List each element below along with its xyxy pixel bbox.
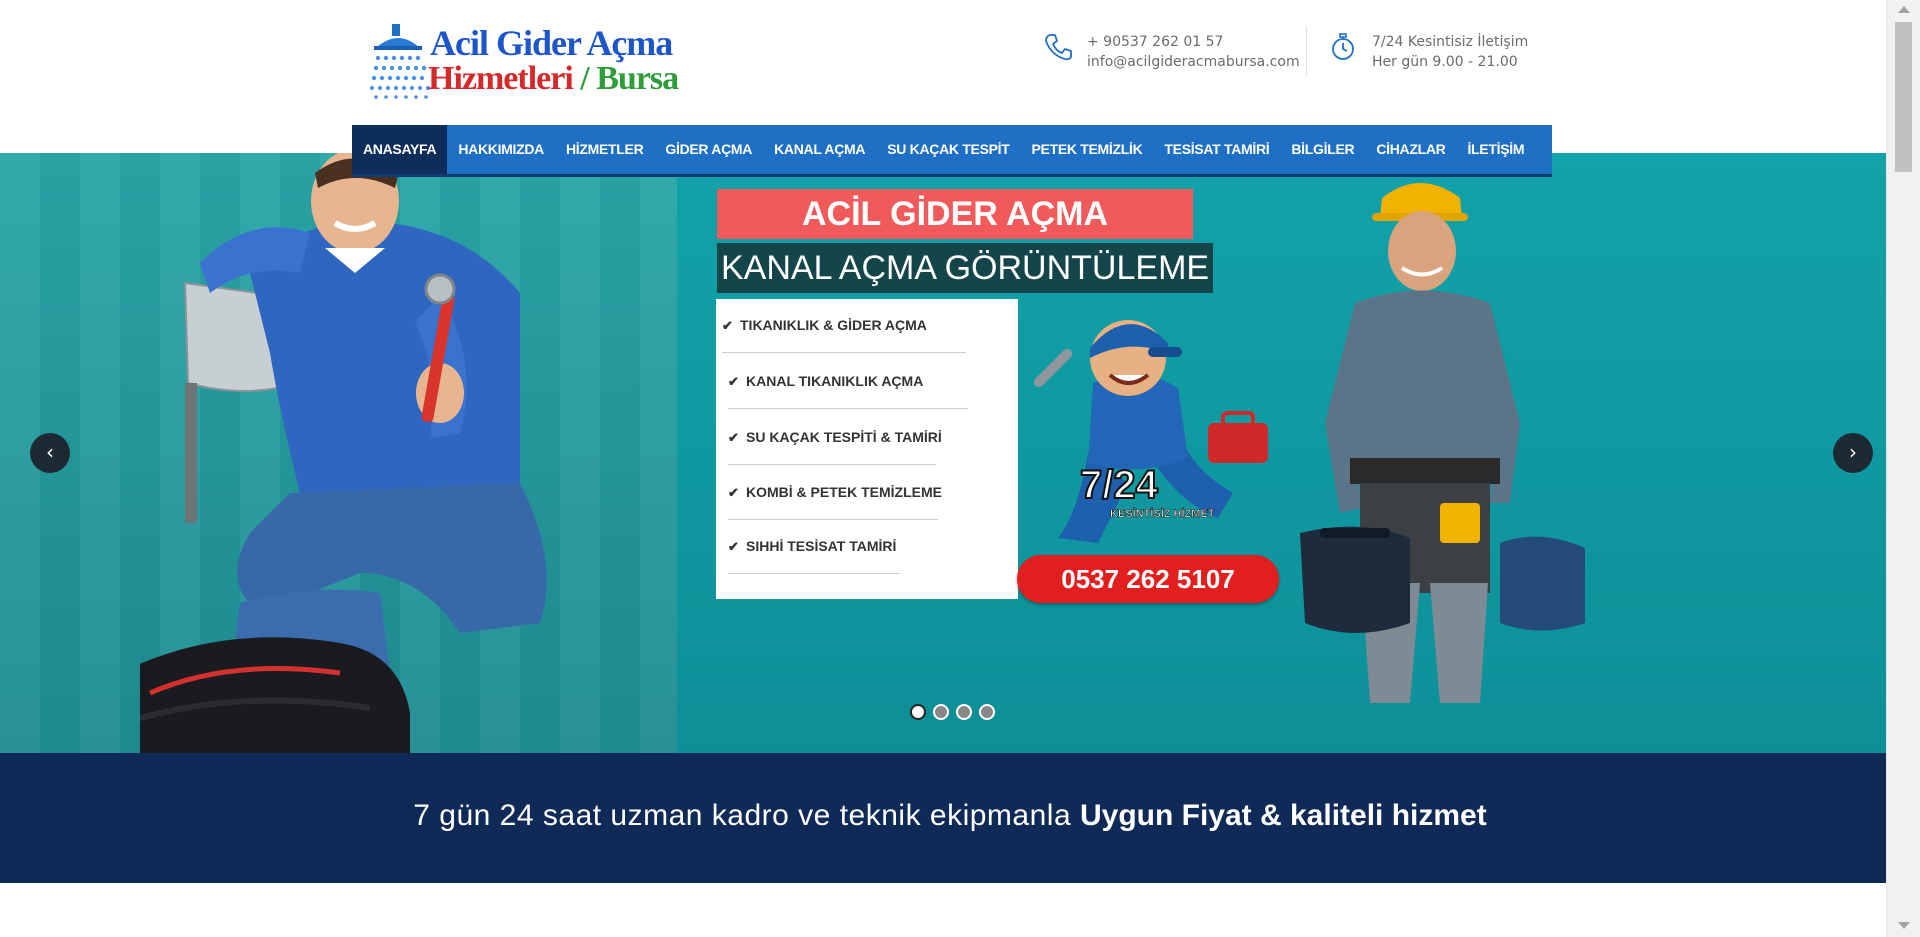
shower-icon bbox=[370, 24, 430, 99]
contact-hours-block: 7/24 Kesintisiz İletişim Her gün 9.00 - … bbox=[1328, 24, 1568, 84]
slider-pagination bbox=[910, 704, 995, 720]
nav-item-gider-acma[interactable]: GİDER AÇMA bbox=[654, 125, 763, 174]
contact-hours-text: Her gün 9.00 - 21.00 bbox=[1372, 54, 1518, 70]
slider-dot[interactable] bbox=[910, 704, 926, 720]
services-list: ✔ TIKANIKLIK & GİDER AÇMA ✔ KANAL TIKANIKL… bbox=[716, 299, 1018, 599]
contact-hours-title: 7/24 Kesintisiz İletişim bbox=[1372, 34, 1529, 50]
tagline-bold: Uygun Fiyat & kaliteli hizmet bbox=[1079, 799, 1487, 832]
nav-item-cihazlar[interactable]: CİHAZLAR bbox=[1365, 125, 1456, 174]
nav-item-petek-temizlik[interactable]: PETEK TEMİZLİK bbox=[1021, 125, 1154, 174]
chevron-right-icon: › bbox=[1849, 440, 1857, 464]
stopwatch-icon bbox=[1332, 33, 1354, 60]
slider-dot[interactable] bbox=[956, 704, 972, 720]
tagline-text: 7 gün 24 saat uzman kadro ve teknik ekip… bbox=[0, 799, 1886, 833]
nav-item-bilgiler[interactable]: BİLGİLER bbox=[1280, 125, 1365, 174]
tagline-banner: 7 gün 24 saat uzman kadro ve teknik ekip… bbox=[0, 753, 1886, 883]
contact-email[interactable]: info@acilgideracmabursa.com bbox=[1087, 52, 1300, 72]
page-scrollbar[interactable] bbox=[1886, 0, 1920, 937]
slider-next-button[interactable]: › bbox=[1833, 433, 1873, 473]
logo-subtitle-city: / Bursa bbox=[580, 60, 679, 97]
service-item: ✔ TIKANIKLIK & GİDER AÇMA bbox=[722, 317, 966, 353]
service-item: ✔ KANAL TIKANIKLIK AÇMA bbox=[728, 373, 968, 409]
contact-phone-block: + 90537 262 01 57 info@acilgideracmaburs… bbox=[1043, 24, 1303, 84]
logo-subtitle-main: Hizmetleri bbox=[428, 60, 574, 97]
nav-item-iletisim[interactable]: İLETİŞİM bbox=[1456, 125, 1535, 174]
slider-dot[interactable] bbox=[979, 704, 995, 720]
main-nav: ANASAYFA HAKKIMIZDA HİZMETLER GİDER AÇMA… bbox=[352, 125, 1552, 177]
nav-item-anasayfa[interactable]: ANASAYFA bbox=[352, 125, 448, 174]
page: Acil Gider Açma Hizmetleri / Bursa + 905… bbox=[0, 0, 1886, 937]
service-item: ✔ SU KAÇAK TESPİTİ & TAMİRİ bbox=[728, 429, 942, 465]
plumber-photo bbox=[140, 153, 547, 753]
badge-247: 7/24 bbox=[1080, 463, 1159, 507]
check-icon: ✔ bbox=[728, 539, 739, 554]
service-item: ✔ SIHHİ TESİSAT TAMİRİ bbox=[728, 538, 900, 574]
phone-icon bbox=[1045, 34, 1072, 61]
check-icon: ✔ bbox=[728, 485, 739, 500]
contact-phone-number[interactable]: + 90537 262 01 57 bbox=[1087, 32, 1300, 52]
slider-prev-button[interactable]: ‹ bbox=[30, 433, 70, 473]
nav-item-hizmetler[interactable]: HİZMETLER bbox=[555, 125, 654, 174]
cartoon-plumber-badge: 7/24 KESİNTİSİZ HİZMET bbox=[1033, 320, 1268, 543]
check-icon: ✔ bbox=[722, 318, 733, 333]
scroll-down-arrow-icon[interactable] bbox=[1898, 922, 1910, 929]
slider-dot[interactable] bbox=[933, 704, 949, 720]
header-divider bbox=[1306, 26, 1307, 76]
logo-subtitle: Hizmetleri / Bursa bbox=[428, 60, 679, 98]
check-icon: ✔ bbox=[728, 430, 739, 445]
scroll-up-arrow-icon[interactable] bbox=[1898, 6, 1910, 13]
nav-item-kanal-acma[interactable]: KANAL AÇMA bbox=[763, 125, 876, 174]
nav-item-tesisat-tamiri[interactable]: TESİSAT TAMİRİ bbox=[1153, 125, 1280, 174]
tagline-light: 7 gün 24 saat uzman kadro ve teknik ekip… bbox=[413, 799, 1080, 832]
service-item: ✔ KOMBİ & PETEK TEMİZLEME bbox=[728, 484, 942, 520]
slide-left-panel bbox=[0, 153, 677, 753]
scrollbar-thumb[interactable] bbox=[1895, 22, 1912, 172]
badge-247-subtitle: KESİNTİSİZ HİZMET bbox=[1110, 507, 1215, 520]
worker-photo bbox=[1300, 183, 1585, 703]
slide-headline-primary: ACİL GİDER AÇMA bbox=[717, 189, 1193, 239]
hero-slider: ACİL GİDER AÇMA KANAL AÇMA GÖRÜNTÜLEME ✔… bbox=[0, 153, 1886, 753]
nav-item-su-kacak-tespit[interactable]: SU KAÇAK TESPİT bbox=[876, 125, 1020, 174]
site-logo[interactable]: Acil Gider Açma Hizmetleri / Bursa bbox=[366, 22, 679, 100]
slide-headline-secondary: KANAL AÇMA GÖRÜNTÜLEME bbox=[717, 243, 1214, 293]
slide-phone-button[interactable]: 0537 262 5107 bbox=[1017, 555, 1279, 603]
nav-item-hakkimizda[interactable]: HAKKIMIZDA bbox=[447, 125, 555, 174]
logo-title: Acil Gider Açma bbox=[430, 23, 673, 63]
chevron-left-icon: ‹ bbox=[46, 440, 54, 464]
check-icon: ✔ bbox=[728, 374, 739, 389]
